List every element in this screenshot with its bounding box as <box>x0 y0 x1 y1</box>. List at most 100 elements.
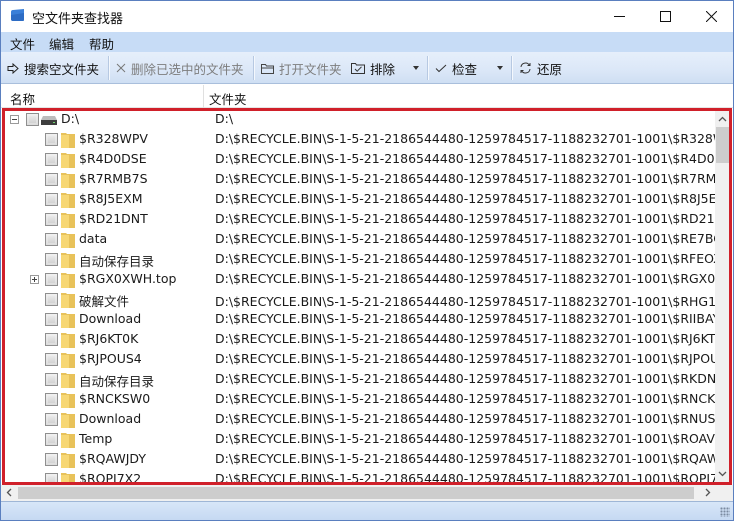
row-checkbox[interactable] <box>45 293 58 306</box>
tree-row[interactable]: $R4D0DSE D:\$RECYCLE.BIN\S-1-5-21-2186544… <box>1 149 715 169</box>
scroll-up-icon[interactable] <box>718 115 727 124</box>
row-checkbox[interactable] <box>45 413 58 426</box>
row-name: Download <box>79 311 142 326</box>
row-checkbox[interactable] <box>45 393 58 406</box>
row-name: data <box>79 231 108 246</box>
scroll-right-icon[interactable] <box>703 488 712 497</box>
expand-toggle[interactable] <box>30 275 39 284</box>
row-checkbox[interactable] <box>45 233 58 246</box>
row-checkbox[interactable] <box>45 173 58 186</box>
delete-selected-button[interactable]: 删除已选中的文件夹 <box>116 56 244 80</box>
row-checkbox[interactable] <box>45 373 58 386</box>
restore-button[interactable]: 还原 <box>519 56 562 80</box>
row-checkbox[interactable] <box>45 213 58 226</box>
scroll-down-icon[interactable] <box>718 469 727 478</box>
row-path: D:\$RECYCLE.BIN\S-1-5-21-2186544480-1259… <box>215 351 715 366</box>
column-divider[interactable] <box>203 85 204 108</box>
folder-icon <box>61 193 75 208</box>
menu-edit[interactable]: 编辑 <box>49 34 74 53</box>
row-checkbox[interactable] <box>45 433 58 446</box>
tree-row[interactable]: $ROPJ7X2 D:\$RECYCLE.BIN\S-1-5-21-2186544… <box>1 469 715 484</box>
tree-row[interactable]: $RJ6KT0K D:\$RECYCLE.BIN\S-1-5-21-2186544… <box>1 329 715 349</box>
vertical-scroll-thumb[interactable] <box>716 127 729 163</box>
menu-file[interactable]: 文件 <box>10 34 35 53</box>
tree-row[interactable]: $R7RMB7S D:\$RECYCLE.BIN\S-1-5-21-2186544… <box>1 169 715 189</box>
folder-icon <box>61 333 75 348</box>
row-checkbox[interactable] <box>45 313 58 326</box>
tree-row[interactable]: $RGX0XWH.top D:\$RECYCLE.BIN\S-1-5-21-218… <box>1 269 715 289</box>
maximize-button[interactable] <box>642 1 688 32</box>
row-checkbox[interactable] <box>45 273 58 286</box>
tree-row[interactable]: $RQAWJDY D:\$RECYCLE.BIN\S-1-5-21-2186544… <box>1 449 715 469</box>
row-name: $RJPOUS4 <box>79 351 142 366</box>
scroll-left-icon[interactable] <box>5 488 14 497</box>
row-checkbox[interactable] <box>45 193 58 206</box>
tree-row[interactable]: $RNCKSW0 D:\$RECYCLE.BIN\S-1-5-21-2186544… <box>1 389 715 409</box>
tree-row[interactable]: $RD21DNT D:\$RECYCLE.BIN\S-1-5-21-2186544… <box>1 209 715 229</box>
tree-row[interactable]: Temp D:\$RECYCLE.BIN\S-1-5-21-2186544480-… <box>1 429 715 449</box>
row-checkbox[interactable] <box>45 333 58 346</box>
window-title: 空文件夹查找器 <box>32 12 124 27</box>
row-checkbox[interactable] <box>45 353 58 366</box>
folder-icon <box>61 273 75 288</box>
check-button[interactable]: 检查 <box>435 56 477 80</box>
horizontal-scrollbar[interactable] <box>1 485 733 501</box>
open-folder-button[interactable]: 打开文件夹 <box>261 56 342 80</box>
drive-icon <box>41 116 57 125</box>
row-name: $RJ6KT0K <box>79 331 139 346</box>
search-empty-folders-button[interactable]: 搜索空文件夹 <box>7 56 99 80</box>
row-checkbox[interactable] <box>45 153 58 166</box>
folder-icon <box>61 473 75 484</box>
exclude-dropdown-arrow[interactable] <box>413 66 419 70</box>
tree-row[interactable]: 破解文件 D:\$RECYCLE.BIN\S-1-5-21-2186544480-… <box>1 289 715 309</box>
refresh-icon <box>520 62 531 74</box>
column-header: 名称 文件夹 <box>1 85 733 108</box>
tree-row[interactable]: Download D:\$RECYCLE.BIN\S-1-5-21-2186544… <box>1 409 715 429</box>
toolbar-separator <box>427 56 428 80</box>
tree-row[interactable]: 自动保存目录 D:\$RECYCLE.BIN\S-1-5-21-218654448… <box>1 249 715 269</box>
vertical-scrollbar[interactable] <box>715 111 730 482</box>
row-checkbox[interactable] <box>45 253 58 266</box>
row-checkbox[interactable] <box>26 113 39 126</box>
minimize-button[interactable] <box>596 1 642 32</box>
folder-icon <box>61 153 75 168</box>
row-path: D:\$RECYCLE.BIN\S-1-5-21-2186544480-1259… <box>215 171 715 186</box>
maximize-icon <box>659 11 671 22</box>
folder-icon <box>61 173 75 188</box>
column-folder-header[interactable]: 文件夹 <box>209 89 247 108</box>
minimize-icon <box>613 16 625 17</box>
close-button[interactable] <box>688 1 734 32</box>
column-name-header[interactable]: 名称 <box>10 89 35 108</box>
folder-icon <box>61 313 75 328</box>
tree-root-row[interactable]: D:\ D:\ <box>1 109 715 129</box>
tree-row[interactable]: data D:\$RECYCLE.BIN\S-1-5-21-2186544480-… <box>1 229 715 249</box>
resize-grip[interactable] <box>720 507 730 517</box>
app-cloud-icon <box>11 9 24 21</box>
row-name: $ROPJ7X2 <box>79 471 142 484</box>
row-name: $R4D0DSE <box>79 151 147 166</box>
row-path: D:\$RECYCLE.BIN\S-1-5-21-2186544480-1259… <box>215 371 715 386</box>
row-path: D:\$RECYCLE.BIN\S-1-5-21-2186544480-1259… <box>215 451 715 466</box>
menu-help[interactable]: 帮助 <box>89 34 114 53</box>
close-icon <box>705 11 717 22</box>
checkmark-icon <box>435 64 447 72</box>
tree-row[interactable]: $RJPOUS4 D:\$RECYCLE.BIN\S-1-5-21-2186544… <box>1 349 715 369</box>
tree-row[interactable]: 自动保存目录 D:\$RECYCLE.BIN\S-1-5-21-218654448… <box>1 369 715 389</box>
check-dropdown-arrow[interactable] <box>497 66 503 70</box>
row-path: D:\$RECYCLE.BIN\S-1-5-21-2186544480-1259… <box>215 191 715 206</box>
folder-icon <box>61 433 75 448</box>
collapse-toggle[interactable] <box>10 115 19 124</box>
tree-row[interactable]: $R8J5EXM D:\$RECYCLE.BIN\S-1-5-21-2186544… <box>1 189 715 209</box>
row-path: D:\$RECYCLE.BIN\S-1-5-21-2186544480-1259… <box>215 231 715 246</box>
folder-icon <box>61 393 75 408</box>
row-name: $R8J5EXM <box>79 191 143 206</box>
tree-row[interactable]: $R328WPV D:\$RECYCLE.BIN\S-1-5-21-2186544… <box>1 129 715 149</box>
tree-row[interactable]: Download D:\$RECYCLE.BIN\S-1-5-21-2186544… <box>1 309 715 329</box>
row-checkbox[interactable] <box>45 133 58 146</box>
folder-tree-list[interactable]: D:\ D:\ $R328WPV D:\$RECYCLE.BIN\S-1-5-21… <box>1 108 733 484</box>
row-checkbox[interactable] <box>45 473 58 484</box>
row-checkbox[interactable] <box>45 453 58 466</box>
exclude-box-icon <box>351 63 365 74</box>
exclude-button[interactable]: 排除 <box>351 56 395 80</box>
horizontal-scroll-thumb[interactable] <box>18 487 694 499</box>
